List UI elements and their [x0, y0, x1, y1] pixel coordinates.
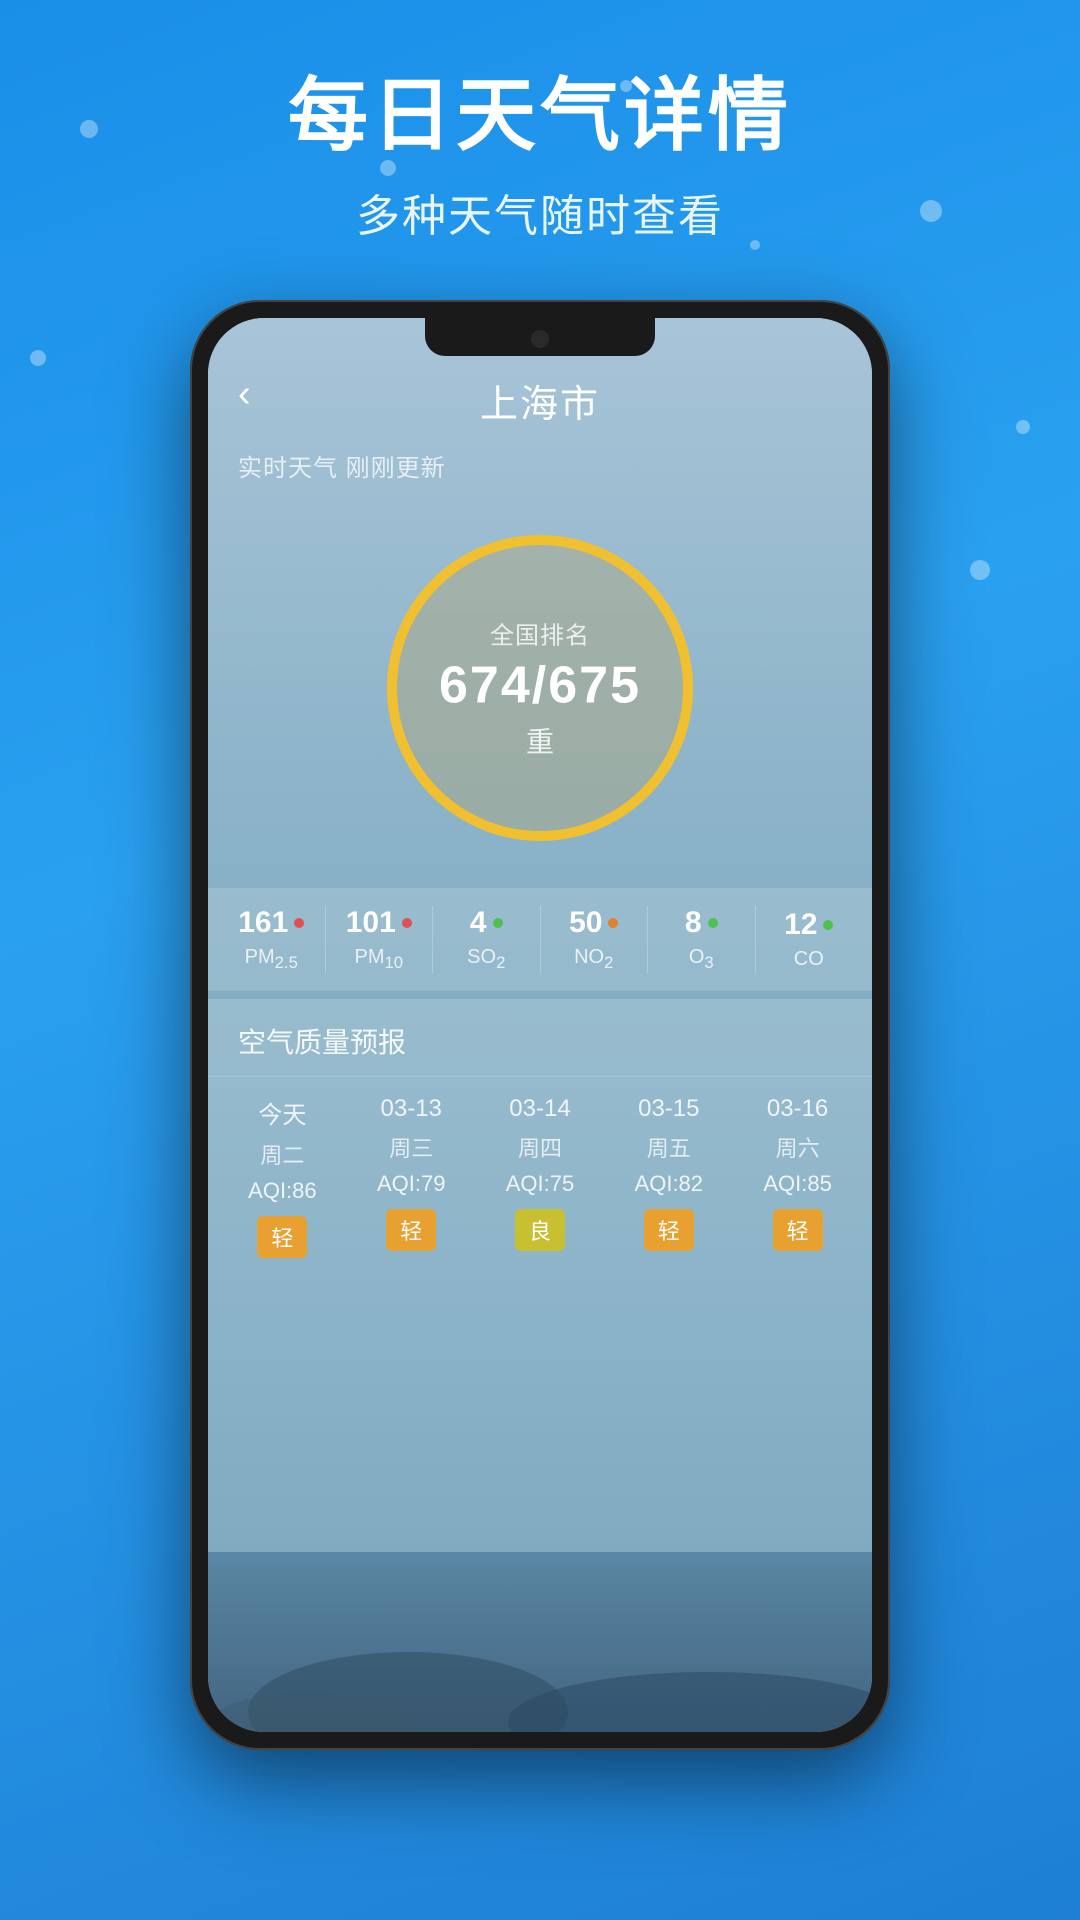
- circle-inner: 全国排名 674/675 重: [420, 616, 660, 761]
- forecast-header: 空气质量预报: [208, 999, 872, 1077]
- forecast-row: 今天 周二 AQI:86 轻 03-13 周三 AQI:79 轻 0: [208, 1077, 872, 1263]
- no2-value: 50: [569, 906, 602, 940]
- pollutant-pm10-value-row: 101: [346, 906, 412, 940]
- o3-value: 8: [685, 906, 702, 940]
- o3-dot: [708, 918, 718, 928]
- forecast-weekday-0316: 周六: [776, 1131, 820, 1163]
- aqi-rank-value: 674/675: [420, 656, 660, 716]
- phone-outer-frame: ‹ 上海市 实时天气 刚刚更新 全国排名: [190, 300, 890, 1750]
- forecast-weekday-0315: 周五: [647, 1131, 691, 1163]
- aqi-circle: 全国排名 674/675 重: [380, 528, 700, 848]
- co-value: 12: [784, 908, 817, 942]
- o3-label: O3: [689, 946, 714, 973]
- pm25-dot: [294, 918, 304, 928]
- aqi-circle-section: 全国排名 674/675 重: [208, 498, 872, 888]
- forecast-badge-0315: 轻: [644, 1209, 694, 1251]
- forecast-weekday-0314: 周四: [518, 1131, 562, 1163]
- forecast-col-0316: 03-16 周六 AQI:85 轻: [733, 1095, 862, 1258]
- screen-content: ‹ 上海市 实时天气 刚刚更新 全国排名: [208, 318, 872, 1732]
- forecast-date-0316: 03-16: [767, 1095, 828, 1123]
- city-title: 上海市: [480, 373, 600, 428]
- so2-label: SO2: [467, 946, 505, 973]
- forecast-weekday-0313: 周三: [389, 1131, 433, 1163]
- pm25-value: 161: [238, 906, 288, 940]
- back-button[interactable]: ‹: [238, 373, 251, 416]
- aqi-status: 重: [420, 721, 660, 761]
- sub-title: 多种天气随时查看: [0, 180, 1080, 244]
- pm10-value: 101: [346, 906, 396, 940]
- so2-dot: [493, 918, 503, 928]
- pollutant-co-value-row: 12: [784, 908, 833, 942]
- pollutant-row: 161 PM2.5 101 PM10 4: [208, 888, 872, 991]
- forecast-aqi-0314: AQI:75: [506, 1171, 574, 1197]
- pollutant-pm25: 161 PM2.5: [218, 906, 326, 973]
- co-label: CO: [794, 948, 824, 971]
- main-title: 每日天气详情: [0, 70, 1080, 162]
- camera-dot: [531, 330, 549, 348]
- forecast-badge-0316: 轻: [773, 1209, 823, 1251]
- so2-value: 4: [470, 906, 487, 940]
- forecast-aqi-0316: AQI:85: [763, 1171, 831, 1197]
- co-dot: [823, 920, 833, 930]
- pollutant-co: 12 CO: [756, 908, 863, 971]
- pollutant-pm10: 101 PM10: [326, 906, 434, 973]
- header-section: 每日天气详情 多种天气随时查看: [0, 0, 1080, 244]
- bg-decoration-dot-6: [970, 560, 990, 580]
- no2-label: NO2: [574, 946, 613, 973]
- aqi-national-rank-label: 全国排名: [420, 616, 660, 651]
- forecast-badge-0313: 轻: [386, 1209, 436, 1251]
- pm10-label: PM10: [354, 946, 403, 973]
- forecast-col-0315: 03-15 周五 AQI:82 轻: [604, 1095, 733, 1258]
- pollutant-o3: 8 O3: [648, 906, 756, 973]
- forecast-aqi-today: AQI:86: [248, 1178, 316, 1204]
- update-info: 实时天气 刚刚更新: [208, 443, 872, 498]
- forecast-col-today: 今天 周二 AQI:86 轻: [218, 1095, 347, 1258]
- forecast-col-0314: 03-14 周四 AQI:75 良: [476, 1095, 605, 1258]
- bg-decoration-dot-4: [30, 350, 46, 366]
- forecast-badge-today: 轻: [257, 1216, 307, 1258]
- bottom-scenery: [208, 1552, 872, 1732]
- forecast-date-0313: 03-13: [381, 1095, 442, 1123]
- forecast-aqi-0313: AQI:79: [377, 1171, 445, 1197]
- pollutant-so2: 4 SO2: [433, 906, 541, 973]
- forecast-weekday-today: 周二: [260, 1138, 304, 1170]
- phone-notch: [425, 318, 655, 356]
- forecast-col-0313: 03-13 周三 AQI:79 轻: [347, 1095, 476, 1258]
- pollutant-o3-value-row: 8: [685, 906, 718, 940]
- forecast-aqi-0315: AQI:82: [635, 1171, 703, 1197]
- forecast-date-0315: 03-15: [638, 1095, 699, 1123]
- forecast-date-0314: 03-14: [509, 1095, 570, 1123]
- pollutant-no2-value-row: 50: [569, 906, 618, 940]
- pollutant-no2: 50 NO2: [541, 906, 649, 973]
- phone-screen: ‹ 上海市 实时天气 刚刚更新 全国排名: [208, 318, 872, 1732]
- forecast-section: 空气质量预报 今天 周二 AQI:86 轻 03-13 周三 AQI:79: [208, 999, 872, 1552]
- no2-dot: [608, 918, 618, 928]
- bg-decoration-dot-5: [1016, 420, 1030, 434]
- phone-mockup: ‹ 上海市 实时天气 刚刚更新 全国排名: [190, 300, 890, 1750]
- pm10-dot: [402, 918, 412, 928]
- pollutant-so2-value-row: 4: [470, 906, 503, 940]
- pollutant-pm25-value-row: 161: [238, 906, 304, 940]
- scenery-svg: [208, 1552, 872, 1732]
- pm25-label: PM2.5: [245, 946, 298, 973]
- forecast-date-today: 今天: [258, 1095, 306, 1130]
- forecast-badge-0314: 良: [515, 1209, 565, 1251]
